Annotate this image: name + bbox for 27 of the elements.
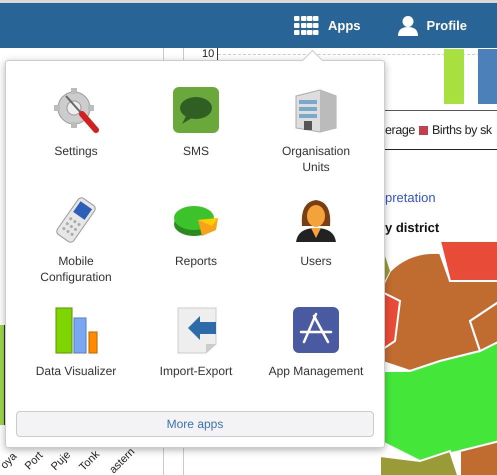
user-icon[interactable] — [398, 16, 418, 36]
legend-label: Births by sk — [432, 123, 492, 137]
axis-label: Puje — [48, 448, 73, 474]
app-label[interactable]: Mobile Configuration — [28, 253, 124, 285]
interpretation-link[interactable]: pretation — [385, 190, 436, 205]
app-label[interactable]: Import-Export — [148, 363, 244, 379]
chart-bar — [478, 49, 497, 104]
gear-icon — [52, 86, 100, 134]
app-label[interactable]: Reports — [148, 253, 244, 269]
axis-label: oya — [0, 450, 20, 472]
app-label[interactable]: App Management — [268, 363, 364, 379]
profile-link[interactable]: Profile — [426, 18, 467, 33]
speech-bubble-icon — [172, 86, 220, 134]
app-label[interactable]: SMS — [148, 143, 244, 159]
chart-bar — [444, 49, 464, 104]
map-title: y district — [385, 220, 440, 235]
legend-label: erage — [385, 123, 415, 137]
app-store-icon — [292, 306, 340, 354]
app-label[interactable]: Data Visualizer — [28, 363, 124, 379]
app-label[interactable]: Settings — [28, 143, 124, 159]
app-label[interactable]: Organisation Units — [268, 143, 364, 175]
more-apps-button[interactable]: More apps — [16, 411, 374, 437]
axis-label: Port — [22, 450, 46, 472]
apps-link[interactable]: Apps — [328, 18, 361, 33]
axis-label: Tonk — [77, 448, 102, 474]
grid-icon[interactable] — [294, 16, 320, 35]
app-label[interactable]: Users — [268, 253, 364, 269]
